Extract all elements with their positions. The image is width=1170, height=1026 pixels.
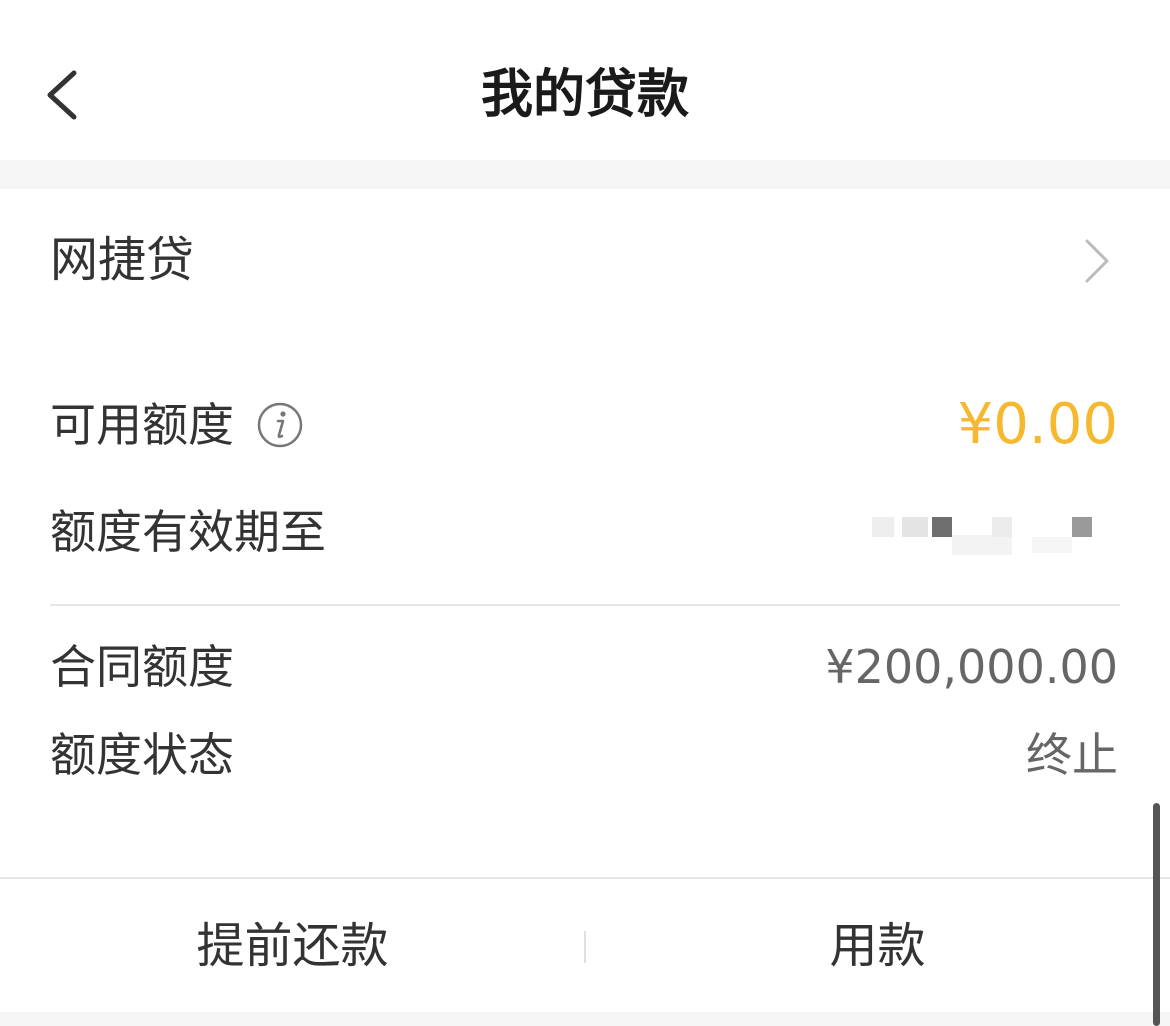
- credit-status-row: 额度状态 终止: [50, 720, 1118, 790]
- contract-credit-label: 合同额度: [50, 640, 234, 694]
- borrow-button[interactable]: 用款: [585, 879, 1170, 1014]
- credit-expiry-row: 额度有效期至: [50, 497, 1118, 567]
- credit-status-label: 额度状态: [50, 728, 234, 782]
- page-title: 我的贷款: [480, 65, 689, 125]
- chevron-right-icon: [1085, 239, 1109, 283]
- divider: [50, 604, 1120, 606]
- info-icon[interactable]: [256, 401, 304, 449]
- available-credit-row: 可用额度 ¥0.00: [50, 390, 1118, 460]
- bottom-band: [0, 1012, 1170, 1026]
- contract-credit-value: ¥200,000.00: [825, 640, 1118, 694]
- product-name: 网捷贷: [50, 232, 195, 288]
- product-row[interactable]: 网捷贷: [0, 189, 1170, 329]
- available-credit-label: 可用额度: [50, 398, 234, 452]
- contract-credit-row: 合同额度 ¥200,000.00: [50, 632, 1118, 702]
- credit-expiry-label: 额度有效期至: [50, 505, 326, 559]
- prepay-button[interactable]: 提前还款: [0, 879, 585, 1014]
- scrollbar[interactable]: [1153, 803, 1160, 1026]
- bottom-action-bar: 提前还款 用款: [0, 877, 1170, 1014]
- credit-expiry-value-redacted: [872, 515, 1102, 557]
- available-credit-value: ¥0.00: [957, 392, 1118, 457]
- section-divider: [0, 160, 1170, 189]
- header: 我的贷款: [0, 0, 1170, 160]
- credit-status-value: 终止: [1026, 728, 1118, 782]
